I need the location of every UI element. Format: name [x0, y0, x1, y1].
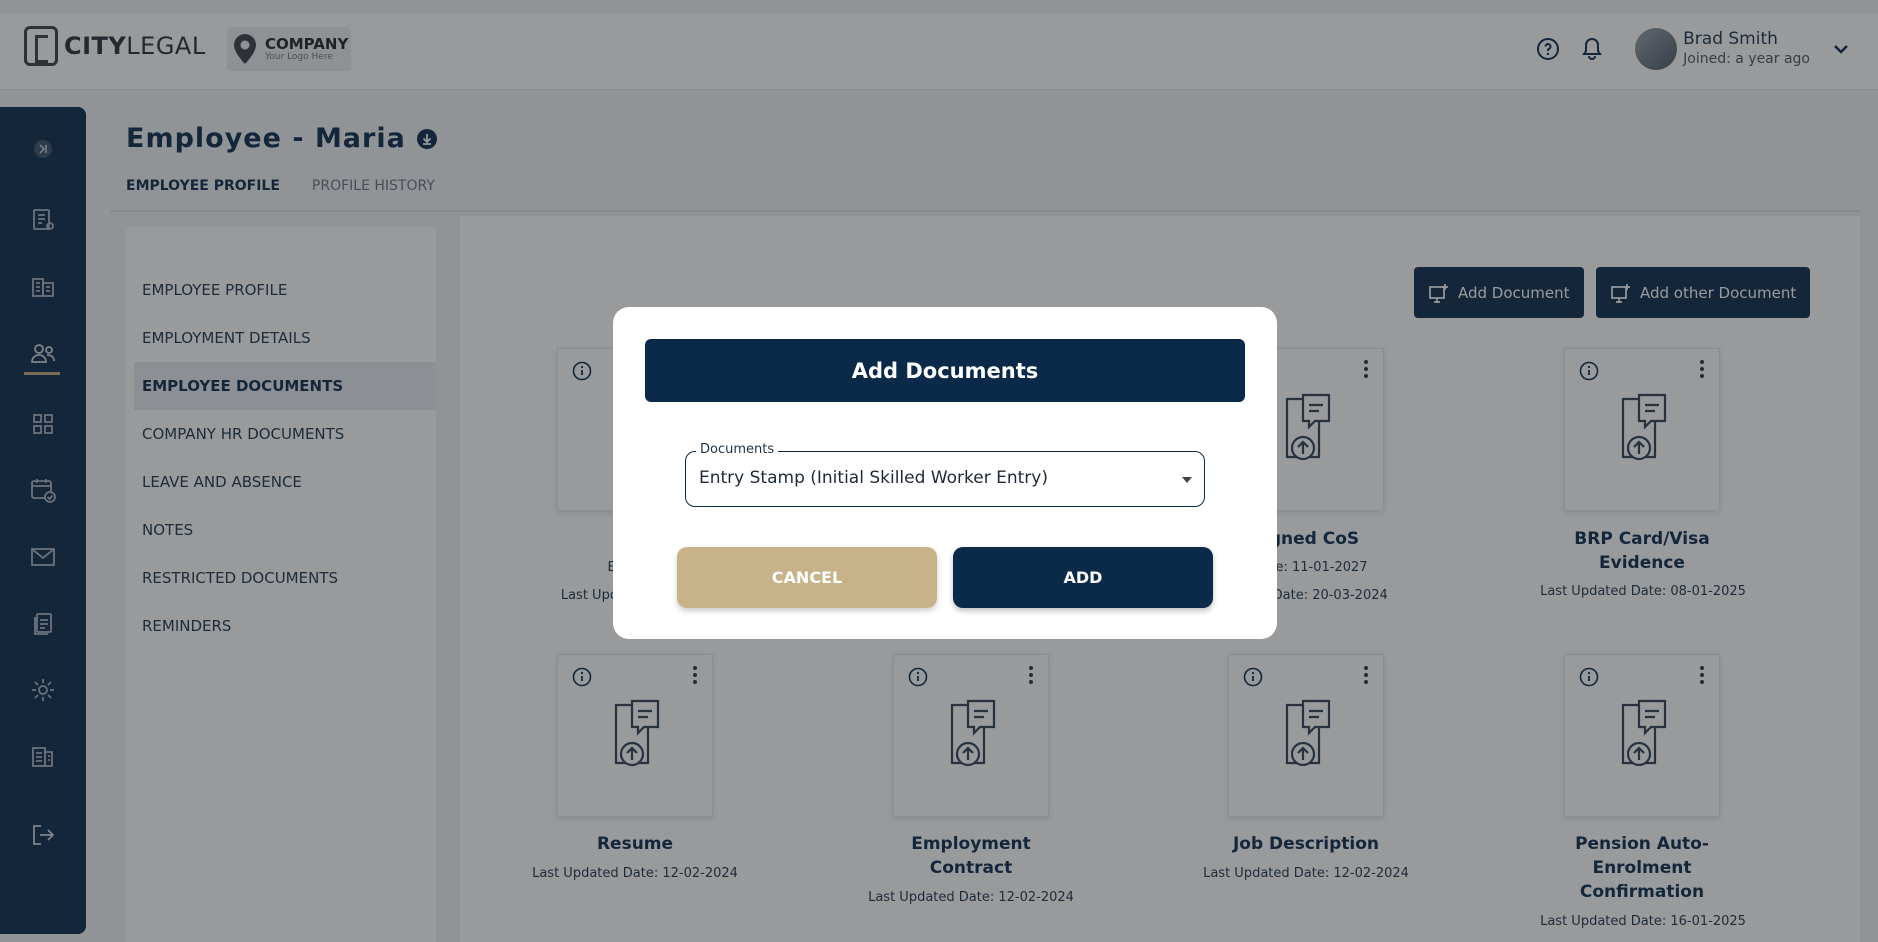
documents-select-label: Documents [696, 442, 779, 457]
dialog-title: Add Documents [645, 339, 1245, 402]
cancel-button[interactable]: CANCEL [677, 547, 937, 608]
add-documents-dialog: Add Documents Documents Entry Stamp (Ini… [613, 307, 1277, 639]
add-button[interactable]: ADD [953, 547, 1213, 608]
documents-select[interactable]: Documents Entry Stamp (Initial Skilled W… [685, 442, 1205, 507]
documents-select-value: Entry Stamp (Initial Skilled Worker Entr… [699, 468, 1048, 488]
dropdown-caret-icon[interactable] [1182, 477, 1192, 483]
